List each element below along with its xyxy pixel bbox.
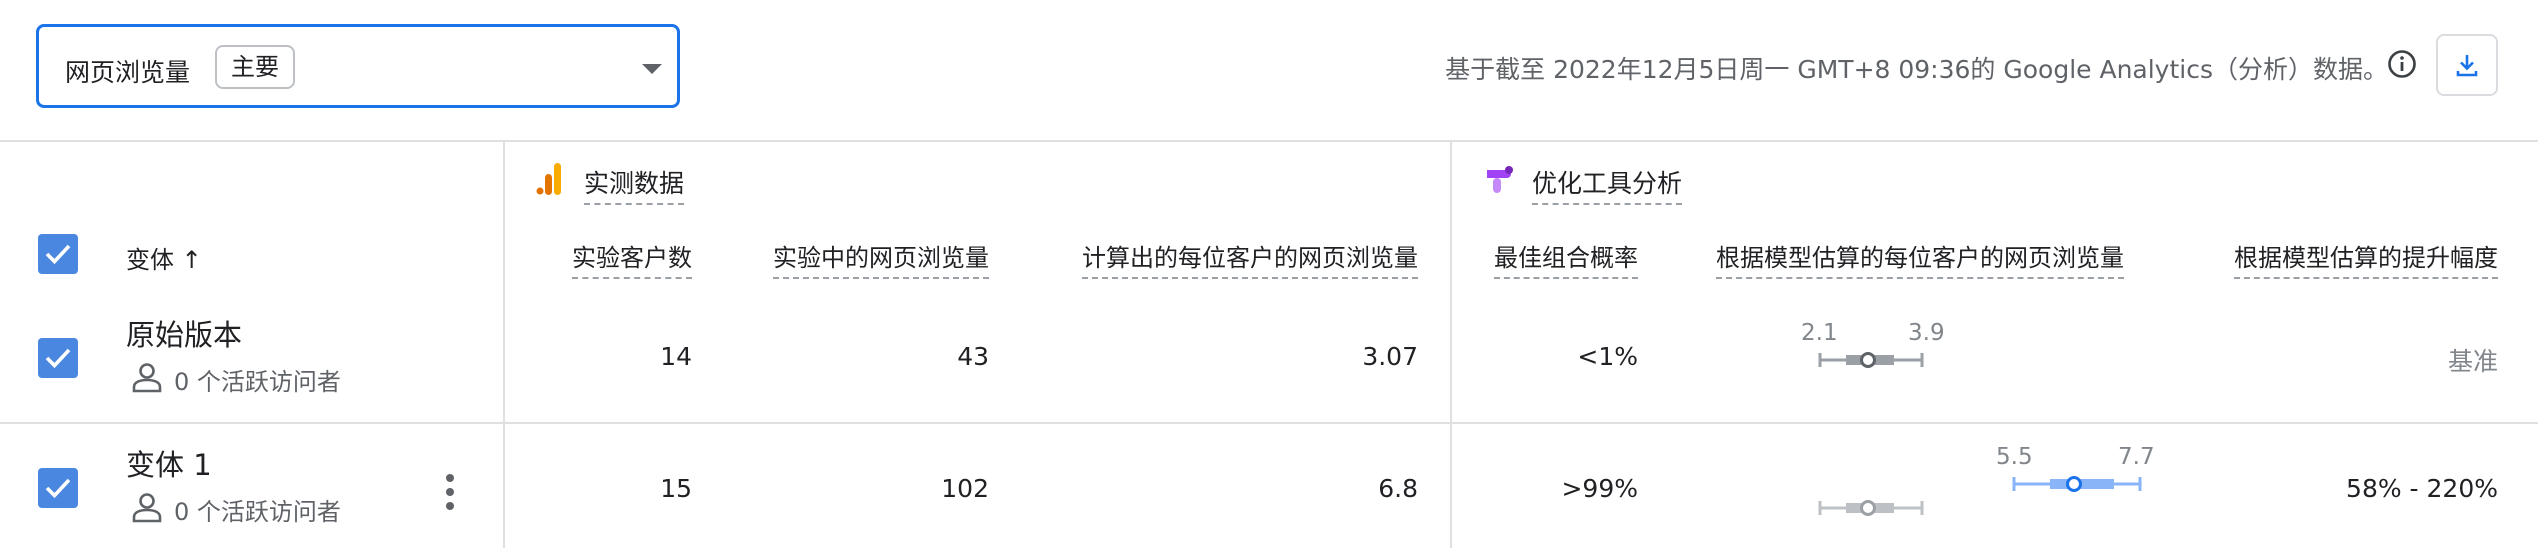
primary-metric-badge: 主要 [215,45,295,89]
row-checkbox[interactable] [38,468,78,508]
person-icon [130,490,164,524]
optimize-analysis-group-title[interactable]: 优化工具分析 [1532,164,1683,205]
caret-down-icon [642,64,662,74]
ci-low-label: 2.1 [1801,320,1838,346]
checkbox-checked-icon [45,478,71,499]
ci-low-label: 5.5 [1996,444,2033,470]
data-freshness-text: 基于截至 2022年12月5日周一 GMT+8 09:36的 Google An… [1445,55,2388,84]
column-header-experiment-pageviews[interactable]: 实验中的网页浏览量 [773,238,989,279]
metric-select-label: 网页浏览量 [65,58,191,87]
select-all-checkbox[interactable] [38,234,78,274]
column-header-modeled-improvement[interactable]: 根据模型估算的提升幅度 [2234,238,2498,279]
header-divider [0,140,2538,142]
download-icon [2456,55,2478,77]
more-vert-icon[interactable] [440,472,460,512]
table-row-original: 原始版本 0 个活跃访问者 14 43 3.07 <1% 2.1 3.9 基准 [0,290,2538,422]
active-visitors-text: 0 个活跃访问者 [174,368,341,396]
active-visitors-text: 0 个活跃访问者 [174,498,341,526]
row-checkbox[interactable] [38,338,78,378]
column-header-calculated-pageviews-per-user[interactable]: 计算出的每位客户的网页浏览量 [1082,238,1418,279]
checkbox-checked-icon [45,348,71,369]
confidence-interval-bar [1816,348,1926,376]
person-icon [130,360,164,394]
observed-data-group-title[interactable]: 实测数据 [584,164,685,205]
google-optimize-icon [1484,164,1514,198]
probability-best-value: <1% [1577,342,1638,371]
ci-high-label: 7.7 [2118,444,2155,470]
modeled-improvement-value: 基准 [2447,347,2498,376]
column-header-variant[interactable]: 变体 ↑ [126,240,202,275]
checkbox-checked-icon [45,244,71,265]
calculated-pageviews-per-user-value: 6.8 [1378,474,1418,503]
probability-best-value: >99% [1561,474,1638,503]
column-header-modeled-pageviews-per-user[interactable]: 根据模型估算的每位客户的网页浏览量 [1716,238,2124,279]
experiment-pageviews-value: 102 [941,474,989,503]
ci-high-label: 3.9 [1908,320,1945,346]
baseline-confidence-interval-bar [1816,496,1926,524]
download-button[interactable] [2436,34,2498,96]
table-row-variant-1: 变体 1 0 个活跃访问者 15 102 6.8 >99% 5.5 7.7 58… [0,424,2538,548]
column-header-experiment-users[interactable]: 实验客户数 [572,238,692,279]
google-analytics-icon [536,163,562,199]
experiment-users-value: 14 [660,342,692,371]
experiment-users-value: 15 [660,474,692,503]
experiment-pageviews-value: 43 [957,342,989,371]
variant-name[interactable]: 变体 1 [126,442,212,484]
calculated-pageviews-per-user-value: 3.07 [1362,342,1418,371]
modeled-improvement-value: 58% - 220% [2346,474,2498,503]
column-header-probability-best[interactable]: 最佳组合概率 [1494,238,1638,279]
confidence-interval-bar [2010,472,2144,500]
info-icon[interactable] [2386,48,2418,80]
metric-select[interactable]: 网页浏览量 主要 [36,24,680,108]
variant-name[interactable]: 原始版本 [126,312,242,354]
